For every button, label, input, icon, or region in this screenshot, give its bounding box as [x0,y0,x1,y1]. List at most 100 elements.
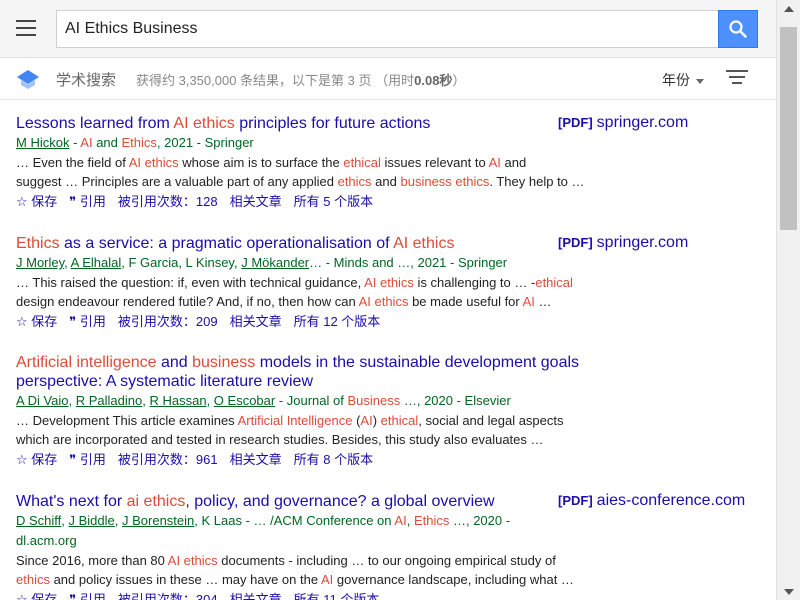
caret-down-icon [696,78,704,84]
scroll-thumb[interactable] [780,27,797,230]
result-authors: A Di Vaio, R Palladino, R Hassan, O Esco… [16,391,576,411]
snippet-text: and [500,155,527,170]
author-link[interactable]: A Di Vaio [16,393,69,408]
search-icon [729,20,747,38]
cite-button[interactable]: ❞ 引用 [69,314,106,329]
snippet-text: and policy issues in these … may have on… [49,572,321,587]
author-link[interactable]: R Palladino [76,393,143,408]
result-snippet: … This raised the question: if, even wit… [16,273,596,292]
cite-button[interactable]: ❞ 引用 [69,452,106,467]
cited-by-link[interactable]: 被引用次数：128 [118,194,218,209]
save-button[interactable]: ☆ 保存 [16,314,57,329]
meta-text: , F Garcia, L Kinsey, [121,255,242,270]
snippet-text: documents - including … to our ongoing e… [217,553,556,568]
pdf-source: aies-conference.com [596,492,746,509]
all-versions-link[interactable]: 所有 5 个版本 [294,194,373,209]
scrollbar[interactable] [776,0,800,600]
title-text: Lessons learned from [16,115,174,132]
highlight-term: Artificial intelligence [16,354,157,371]
year-filter-button[interactable]: 年份 [662,70,704,90]
related-articles-link[interactable]: 相关文章 [230,592,282,600]
result-actions: ☆ 保存 ❞ 引用 被引用次数：304 相关文章 所有 11 个版本 [16,590,766,600]
snippet-text: Since 2016, more than 80 [16,553,168,568]
result-snippet: … Even the field of AI ethics whose aim … [16,153,596,172]
pdf-tag: [PDF] [558,493,593,508]
author-link[interactable]: R Hassan [149,393,206,408]
result-snippet: which are incorporated and tested in res… [16,430,596,449]
result-actions: ☆ 保存 ❞ 引用 被引用次数：961 相关文章 所有 8 个版本 [16,450,766,470]
meta-text: , 2021 - Springer [156,135,254,150]
result-snippet: design endeavour rendered futile? And, i… [16,292,596,311]
pdf-link[interactable]: [PDF] springer.com [558,234,688,252]
related-articles-link[interactable]: 相关文章 [230,194,282,209]
author-link[interactable]: O Escobar [214,393,275,408]
related-articles-link[interactable]: 相关文章 [230,314,282,329]
result-title-link[interactable]: Artificial intelligence and business mod… [16,353,626,391]
title-text: principles for future actions [234,115,431,132]
all-versions-link[interactable]: 所有 8 个版本 [294,452,373,467]
author-link[interactable]: J Morley [16,255,64,270]
highlight-term: AI [488,155,501,170]
pdf-source: springer.com [596,114,689,131]
search-button[interactable] [718,10,758,48]
author-link[interactable]: D Schiff [16,513,61,528]
search-box [56,10,758,48]
meta-text: …, 2020 - [449,513,511,528]
author-link[interactable]: M Hickok [16,135,69,150]
snippet-text: … Even the field of [16,155,129,170]
cited-by-link[interactable]: 被引用次数：961 [118,452,218,467]
cited-by-link[interactable]: 被引用次数：304 [118,592,218,600]
result-title-link[interactable]: Ethics as a service: a pragmatic operati… [16,234,626,253]
meta-text: , [406,513,414,528]
pdf-link[interactable]: [PDF] springer.com [558,114,688,132]
result-stats: 获得约 3,350,000 条结果，以下是第 3 页 （用时0.08秒） [136,70,465,89]
result-source: dl.acm.org [16,533,77,548]
scholar-title[interactable]: 学术搜索 [56,69,116,90]
snippet-text: is challenging to … - [413,275,536,290]
pdf-link[interactable]: [PDF] aies-conference.com [558,492,745,510]
highlight-term: Business [347,393,401,408]
snippet-text: … Development This article examines [16,413,238,428]
title-text: , policy, and governance? a global overv… [185,493,495,510]
filter-icon[interactable] [726,70,748,88]
result-item: Artificial intelligence and business mod… [16,353,766,470]
title-text: and [156,354,193,371]
result-title-link[interactable]: Lessons learned from AI ethics principle… [16,114,626,133]
result-title-link[interactable]: What's next for ai ethics, policy, and g… [16,492,626,511]
highlight-term: Ethics [413,513,450,528]
snippet-text: … [534,294,552,309]
meta-text: , [61,513,69,528]
cite-button[interactable]: ❞ 引用 [69,592,106,600]
result-stats-text: 获得约 3,350,000 条结果，以下是第 3 页 （用时 [136,73,415,88]
scroll-down-arrow[interactable] [777,583,800,600]
author-link[interactable]: J Mökander [241,255,309,270]
result-authors: D Schiff, J Biddle, J Borenstein, K Laas… [16,511,576,531]
highlight-term: AI ethics [358,294,409,309]
search-input[interactable] [57,11,719,47]
snippet-text: ) [372,413,381,428]
related-articles-link[interactable]: 相关文章 [230,452,282,467]
author-link[interactable]: A Elhalal [71,255,122,270]
highlight-term: ethical [380,413,419,428]
snippet-text: and [371,174,401,189]
highlight-term: AI ethics [167,553,218,568]
cited-by-link[interactable]: 被引用次数：209 [118,314,218,329]
scholar-logo-icon[interactable] [16,68,40,90]
author-link[interactable]: J Borenstein [122,513,194,528]
result-authors: M Hickok - AI and Ethics, 2021 - Springe… [16,133,576,153]
menu-icon[interactable] [14,17,38,41]
result-snippet: ethics and policy issues in these … may … [16,570,596,589]
snippet-text: whose aim is to surface the [178,155,344,170]
author-link[interactable]: J Biddle [69,513,115,528]
all-versions-link[interactable]: 所有 12 个版本 [294,314,381,329]
result-snippet: Since 2016, more than 80 AI ethics docum… [16,551,596,570]
all-versions-link[interactable]: 所有 11 个版本 [294,592,380,600]
scroll-up-arrow[interactable] [777,0,800,17]
snippet-text: governance landscape, including what … [333,572,574,587]
cite-button[interactable]: ❞ 引用 [69,194,106,209]
highlight-term: AI [320,572,334,587]
save-button[interactable]: ☆ 保存 [16,194,57,209]
save-button[interactable]: ☆ 保存 [16,452,57,467]
highlight-term: AI [394,513,407,528]
save-button[interactable]: ☆ 保存 [16,592,57,600]
